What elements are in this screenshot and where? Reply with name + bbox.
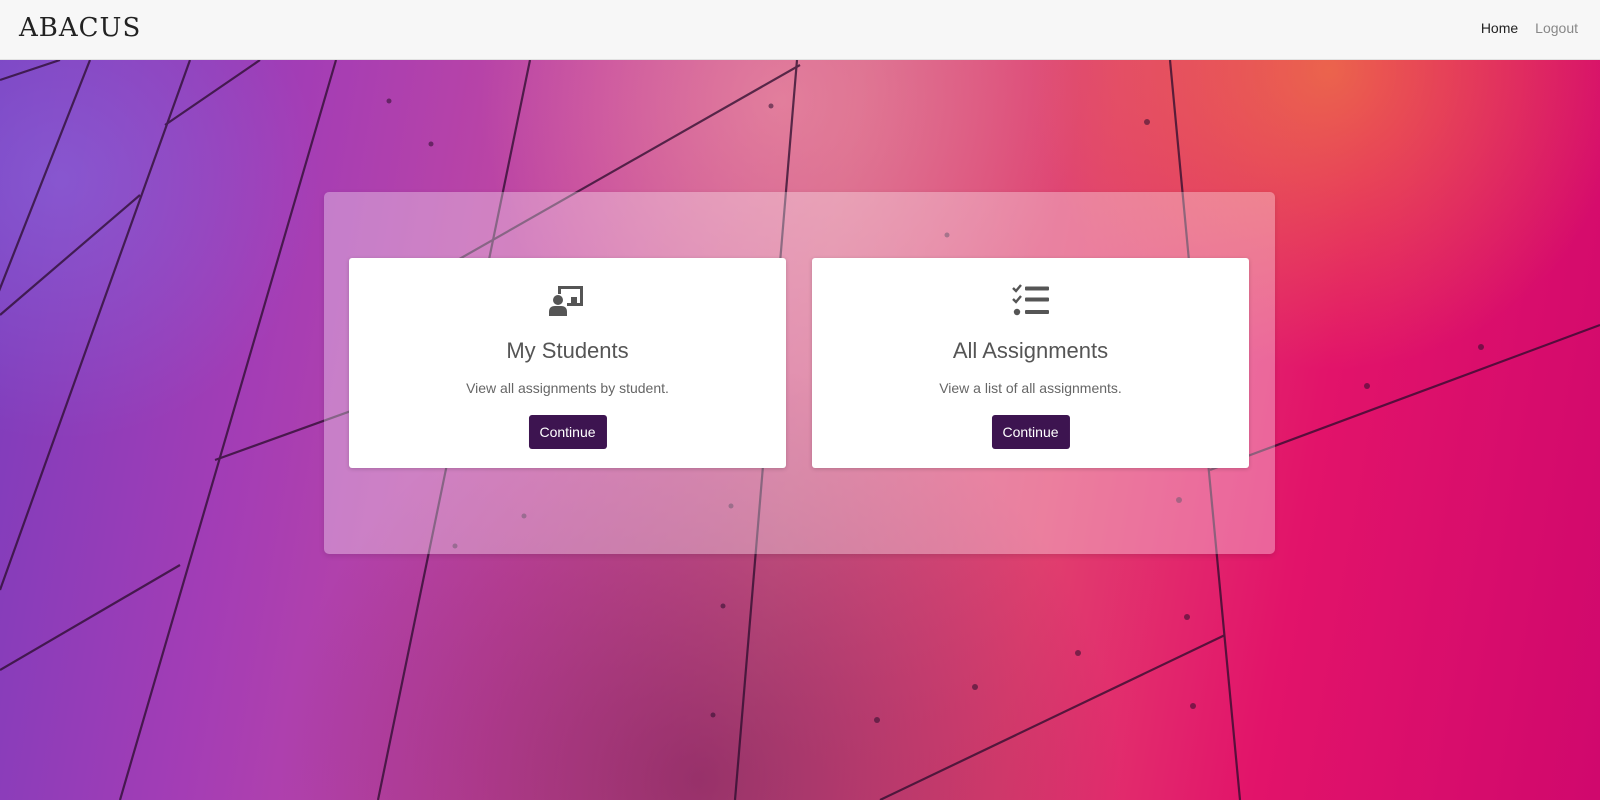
hero-background: My Students View all assignments by stud… xyxy=(0,60,1600,800)
chalkboard-user-icon xyxy=(349,284,786,318)
card-title: My Students xyxy=(506,338,629,363)
nav-home-link[interactable]: Home xyxy=(1481,20,1518,36)
list-check-icon xyxy=(812,284,1249,318)
dashboard-panel: My Students View all assignments by stud… xyxy=(324,192,1275,554)
navbar: ABACUS Home Logout xyxy=(0,0,1600,60)
card-title: All Assignments xyxy=(952,338,1109,363)
my-students-continue-button[interactable]: Continue xyxy=(528,415,607,449)
all-assignments-card: All Assignments View a list of all assig… xyxy=(812,258,1249,468)
card-description: View all assignments by student. xyxy=(466,380,669,396)
card-description: View a list of all assignments. xyxy=(939,380,1122,396)
nav-links: Home Logout xyxy=(1481,20,1578,36)
nav-logout-link[interactable]: Logout xyxy=(1535,20,1578,36)
all-assignments-continue-button[interactable]: Continue xyxy=(991,415,1070,449)
my-students-card: My Students View all assignments by stud… xyxy=(349,258,786,468)
brand-logo[interactable]: ABACUS xyxy=(19,13,141,43)
